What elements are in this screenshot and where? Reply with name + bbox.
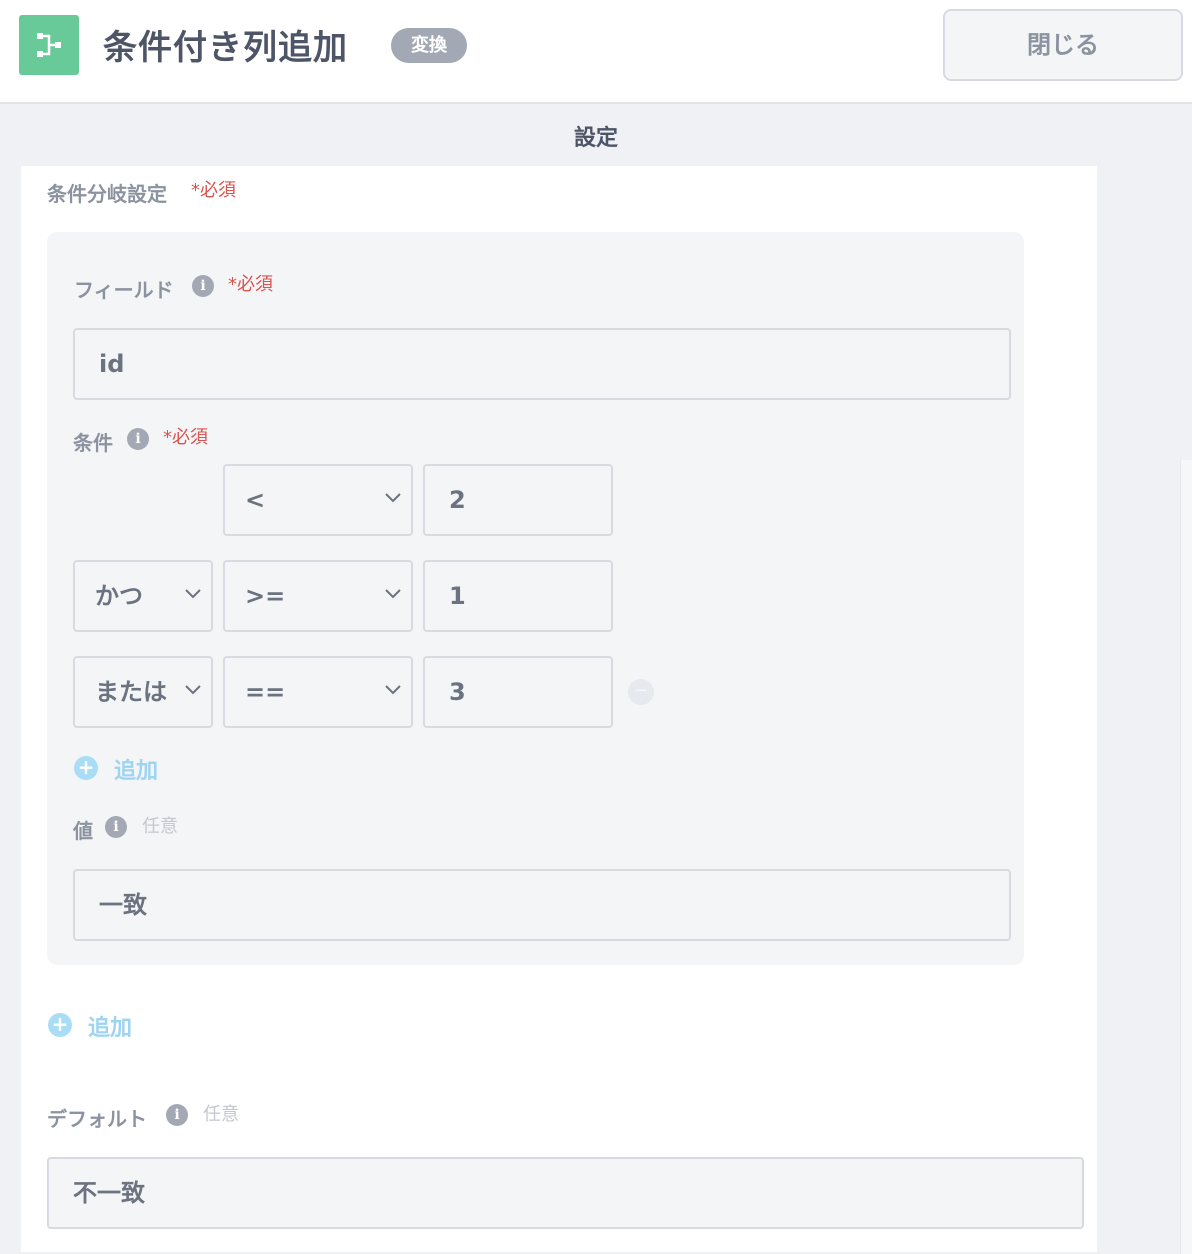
operator-select[interactable]: >=: [223, 560, 413, 632]
info-icon[interactable]: i: [127, 428, 149, 450]
condition-value-input[interactable]: 3: [423, 656, 613, 728]
chevron-down-icon: [385, 493, 401, 503]
chevron-down-icon: [385, 685, 401, 695]
chevron-down-icon: [185, 685, 201, 695]
operator-value: >=: [245, 582, 286, 610]
operator-select[interactable]: <: [223, 464, 413, 536]
operator-select[interactable]: ==: [223, 656, 413, 728]
required-mark: *必須: [228, 274, 273, 295]
flow-branch-icon: [19, 15, 79, 75]
field-label: フィールド: [74, 278, 174, 302]
field-input[interactable]: id: [73, 328, 1011, 400]
chevron-down-icon: [385, 589, 401, 599]
plus-circle-icon: +: [48, 1013, 72, 1037]
info-icon[interactable]: i: [192, 275, 214, 297]
required-mark: *必須: [191, 180, 236, 201]
condition-group: フィールド i *必須 id 条件 i *必須 < 2 かつ >= 1 または …: [47, 232, 1024, 965]
optional-mark: 任意: [203, 1104, 239, 1125]
add-branch-label: 追加: [88, 1016, 133, 1041]
page-title: 条件付き列追加: [103, 28, 348, 68]
value-input[interactable]: 一致: [73, 869, 1011, 941]
header-bar: 条件付き列追加 変換 閉じる: [0, 0, 1192, 104]
info-icon[interactable]: i: [166, 1104, 188, 1126]
condition-value-input[interactable]: 1: [423, 560, 613, 632]
minus-circle-icon[interactable]: −: [628, 679, 654, 705]
add-condition-label: 追加: [114, 759, 159, 784]
info-icon[interactable]: i: [105, 816, 127, 838]
settings-panel: 条件分岐設定 *必須 フィールド i *必須 id 条件 i *必須 < 2 か…: [21, 166, 1097, 1252]
value-label: 値: [73, 819, 93, 843]
plus-circle-icon: +: [74, 756, 98, 780]
default-input[interactable]: 不一致: [47, 1157, 1084, 1229]
connector-select[interactable]: または: [73, 656, 213, 728]
connector-select[interactable]: かつ: [73, 560, 213, 632]
operator-value: ==: [245, 678, 286, 706]
connector-value: かつ: [95, 582, 143, 610]
close-button[interactable]: 閉じる: [943, 9, 1183, 81]
operator-value: <: [245, 486, 266, 514]
chevron-down-icon: [185, 589, 201, 599]
scrollbar[interactable]: [1180, 460, 1192, 1254]
type-badge: 変換: [391, 28, 467, 63]
conditional-label: 条件分岐設定: [47, 182, 167, 206]
required-mark: *必須: [163, 427, 208, 448]
section-title: 設定: [573, 126, 618, 151]
condition-value-input[interactable]: 2: [423, 464, 613, 536]
default-label: デフォルト: [47, 1107, 147, 1131]
connector-value: または: [95, 678, 167, 706]
optional-mark: 任意: [142, 816, 178, 837]
condition-label: 条件: [73, 431, 113, 455]
